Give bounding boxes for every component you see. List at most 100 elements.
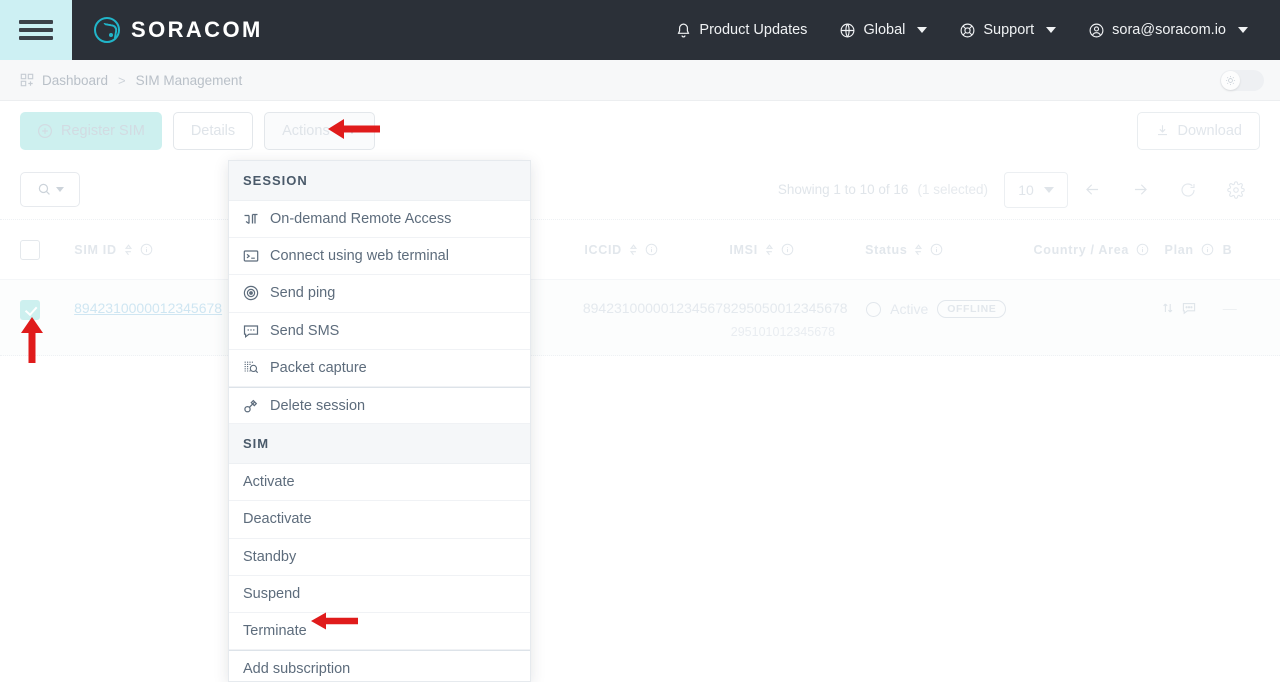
delete-session-icon — [243, 398, 259, 414]
column-header-imsi[interactable]: IMSI — [729, 243, 865, 257]
hamburger-menu-button[interactable] — [0, 0, 72, 60]
breadcrumb-separator: > — [118, 73, 126, 88]
hamburger-bar — [19, 20, 53, 24]
menu-item-terminate[interactable]: Terminate — [229, 613, 530, 650]
terminal-icon — [243, 248, 259, 264]
chevron-down-icon — [1046, 27, 1056, 33]
column-label: Plan — [1165, 243, 1194, 257]
info-icon — [645, 243, 658, 256]
status-badge: OFFLINE — [937, 300, 1006, 318]
imsi-value: 295050012345678 — [731, 300, 866, 316]
soracom-logo[interactable]: SORACOM — [94, 17, 263, 43]
arrow-pointing-to-actions-button — [324, 113, 382, 145]
menu-item-label: Delete session — [270, 398, 365, 414]
breadcrumb-current: SIM Management — [136, 73, 243, 88]
menu-section-sim-header: SIM — [229, 424, 530, 464]
nav-user-account[interactable]: sora@soracom.io — [1072, 0, 1264, 60]
breadcrumb-dashboard[interactable]: Dashboard — [20, 73, 108, 88]
page-size-select[interactable]: 10 — [1004, 172, 1068, 208]
previous-page-button[interactable] — [1068, 172, 1116, 208]
download-button[interactable]: Download — [1137, 112, 1261, 150]
b-value: — — [1223, 300, 1237, 316]
menu-item-delete-session[interactable]: Delete session — [229, 387, 530, 424]
showing-count-text: Showing 1 to 10 of 16 — [778, 182, 909, 197]
brand-name: SORACOM — [131, 17, 263, 43]
cell-plan — [1165, 300, 1223, 316]
nav-product-updates[interactable]: Product Updates — [659, 0, 823, 60]
menu-item-packet-capture[interactable]: Packet capture — [229, 350, 530, 387]
sim-id-link[interactable]: 8942310000012345678 — [74, 300, 222, 316]
iccid-value: 8942310000012345678 — [583, 300, 731, 316]
bell-icon — [675, 22, 692, 39]
table-row[interactable]: 8942310000012345678 8942310000012345678 … — [0, 280, 1280, 356]
column-header-country-area[interactable]: Country / Area — [1034, 243, 1165, 257]
menu-item-send-ping[interactable]: Send ping — [229, 275, 530, 312]
search-icon — [37, 182, 52, 197]
nav-label: Product Updates — [699, 22, 807, 38]
search-and-pagination-row: Showing 1 to 10 of 16 (1 selected) 10 — [0, 160, 1280, 220]
search-input[interactable] — [20, 172, 80, 207]
menu-item-label: Add subscription — [243, 661, 350, 677]
nav-label: Global — [863, 22, 905, 38]
details-button[interactable]: Details — [173, 112, 253, 150]
nav-support[interactable]: Support — [943, 0, 1072, 60]
column-header-iccid[interactable]: ICCID — [584, 243, 729, 257]
nav-global-selector[interactable]: Global — [823, 0, 943, 60]
actions-dropdown-menu: SESSION On-demand Remote Access Connect … — [228, 160, 531, 682]
page-size-value: 10 — [1018, 182, 1034, 198]
menu-item-suspend[interactable]: Suspend — [229, 576, 530, 613]
chevron-down-icon — [56, 187, 64, 192]
sort-icon — [124, 244, 133, 256]
chevron-down-icon — [1238, 27, 1248, 33]
menu-item-activate[interactable]: Activate — [229, 464, 530, 501]
menu-item-deactivate[interactable]: Deactivate — [229, 501, 530, 538]
column-header-plan[interactable]: Plan — [1165, 243, 1223, 257]
info-icon — [781, 243, 794, 256]
next-page-button[interactable] — [1116, 172, 1164, 208]
menu-item-label: Packet capture — [270, 360, 367, 376]
register-sim-button[interactable]: Register SIM — [20, 112, 162, 150]
status-label: Active — [890, 301, 928, 317]
column-label: Country / Area — [1034, 243, 1129, 257]
chevron-down-icon — [1044, 187, 1054, 193]
packet-capture-icon — [243, 360, 259, 376]
pagination-controls: Showing 1 to 10 of 16 (1 selected) 10 — [778, 172, 1260, 208]
download-label: Download — [1178, 123, 1243, 139]
menu-item-connect-using-web-terminal[interactable]: Connect using web terminal — [229, 238, 530, 275]
user-circle-icon — [1088, 22, 1105, 39]
menu-item-label: Send ping — [270, 285, 335, 301]
register-sim-label: Register SIM — [61, 123, 145, 139]
imsi-secondary-value: 295101012345678 — [731, 325, 866, 339]
select-all-checkbox[interactable] — [20, 240, 40, 260]
breadcrumb-bar: Dashboard > SIM Management — [0, 60, 1280, 101]
sim-table: SIM ID ICCID IMSI Status — [0, 220, 1280, 356]
column-header-b[interactable]: B — [1223, 243, 1260, 257]
column-label: SIM ID — [74, 243, 116, 257]
menu-item-label: Deactivate — [243, 511, 312, 527]
light-mode-toggle[interactable] — [1220, 70, 1264, 91]
menu-item-add-subscription[interactable]: Add subscription — [229, 650, 530, 682]
sms-icon — [243, 323, 259, 339]
column-header-status[interactable]: Status — [865, 243, 1033, 257]
menu-item-standby[interactable]: Standby — [229, 539, 530, 576]
info-icon — [140, 243, 153, 256]
ping-icon — [243, 285, 259, 301]
column-label: Status — [865, 243, 907, 257]
sms-badge-icon — [1181, 300, 1197, 316]
menu-item-label: Suspend — [243, 586, 300, 602]
table-settings-button[interactable] — [1212, 172, 1260, 208]
menu-item-label: Connect using web terminal — [270, 248, 449, 264]
table-header-row: SIM ID ICCID IMSI Status — [0, 220, 1280, 280]
refresh-button[interactable] — [1164, 172, 1212, 208]
soracom-mark-icon — [94, 17, 120, 43]
sim-management-page: SORACOM Product Updates Global — [0, 0, 1280, 682]
arrow-right-icon — [1131, 180, 1150, 199]
cell-iccid: 8942310000012345678 — [583, 300, 731, 318]
menu-item-send-sms[interactable]: Send SMS — [229, 313, 530, 350]
nav-label: sora@soracom.io — [1112, 22, 1226, 38]
remote-access-icon — [243, 211, 259, 227]
menu-item-on-demand-remote-access[interactable]: On-demand Remote Access — [229, 201, 530, 238]
menu-item-label: Standby — [243, 549, 296, 565]
cell-status: Active OFFLINE — [866, 300, 1034, 318]
arrow-pointing-to-row-checkbox — [17, 315, 47, 365]
